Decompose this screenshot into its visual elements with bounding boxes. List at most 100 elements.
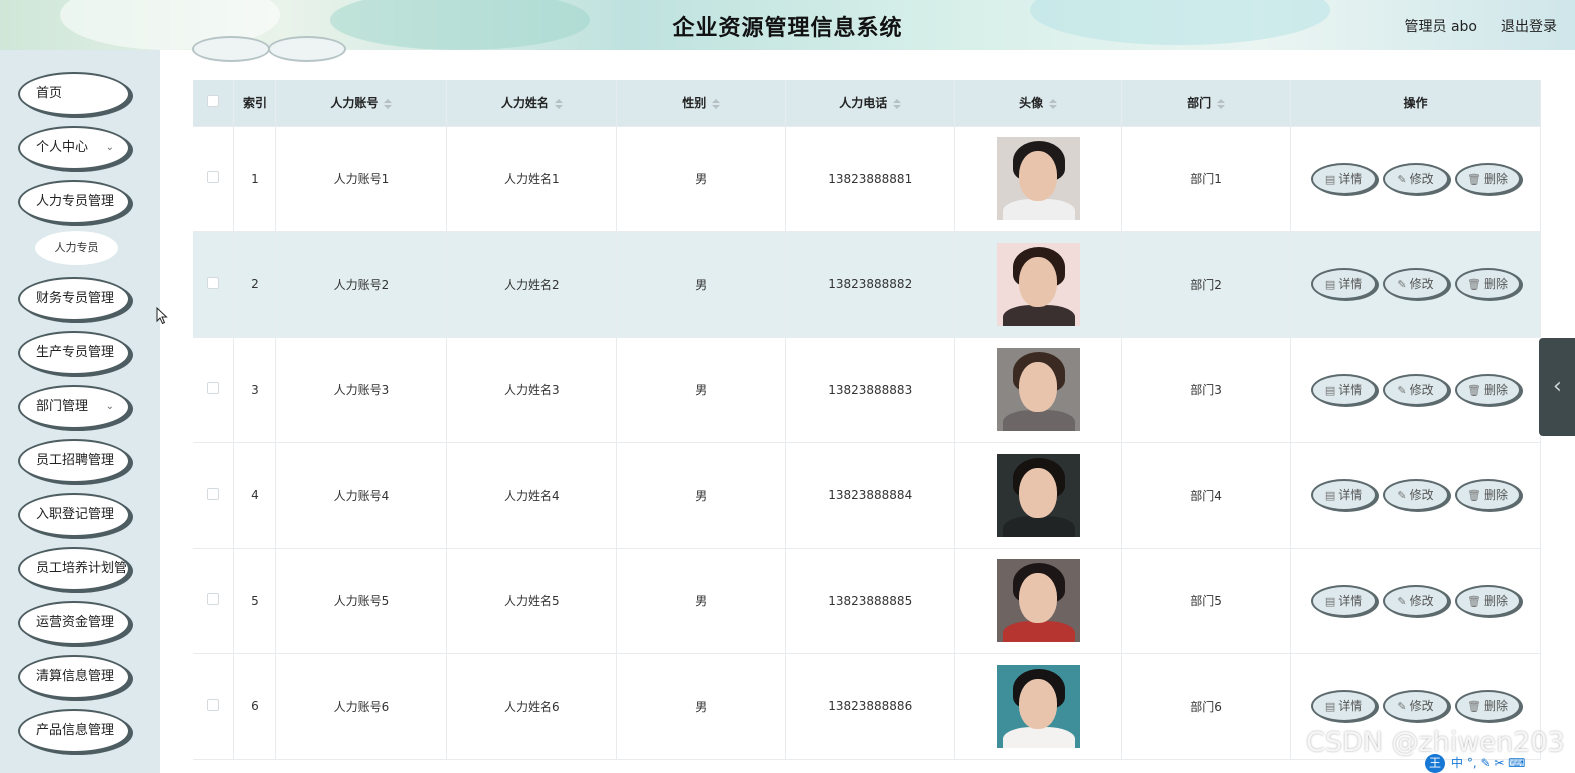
sidebar-item-finance-specialist-mgmt[interactable]: 财务专员管理 <box>18 277 130 321</box>
edit-button[interactable]: ✎ 修改 <box>1382 479 1449 512</box>
gender-cell: 男 <box>616 653 787 760</box>
sidebar-item-label: 生产专员管理 <box>36 345 115 360</box>
delete-button[interactable]: 🗑 删除 <box>1454 162 1521 195</box>
column-header-label: 人力姓名 <box>500 96 549 111</box>
sort-icon[interactable] <box>712 98 721 109</box>
row-checkbox[interactable] <box>207 382 220 395</box>
phone-cell: 13823888885 <box>785 548 956 654</box>
row-checkbox[interactable] <box>207 698 220 711</box>
sidebar-subitem-hr-specialist[interactable]: 人力专员 <box>35 231 118 265</box>
edit-button[interactable]: ✎ 修改 <box>1382 373 1449 406</box>
select-all-checkbox[interactable] <box>207 95 220 108</box>
sidebar-item-home[interactable]: 首页 <box>18 72 130 116</box>
edit-button[interactable]: ✎ 修改 <box>1382 690 1449 723</box>
sort-icon[interactable] <box>1217 98 1226 109</box>
sidebar-item-training-plan-mgmt[interactable]: 员工培养计划管理 <box>18 547 130 591</box>
edit-button[interactable]: ✎ 修改 <box>1382 162 1449 195</box>
sidebar: 人力专员 首页 个人中心 ⌄ 人力专员管理 财务专员管理 生产专员管理 部门管理 ⌄ 员工招聘管… <box>0 50 160 773</box>
row-checkbox[interactable] <box>207 171 220 184</box>
avatar-face <box>1018 362 1057 413</box>
sidebar-item-label: 入职登记管理 <box>36 507 115 522</box>
column-header-name[interactable]: 人力姓名 <box>446 80 618 127</box>
column-header-gender[interactable]: 性别 <box>616 80 787 127</box>
detail-button[interactable]: ▤ 详情 <box>1310 690 1377 723</box>
avatar-shoulder <box>1002 726 1075 748</box>
column-header-dept[interactable]: 部门 <box>1121 80 1292 127</box>
gender-cell: 男 <box>616 126 787 232</box>
detail-button-label: 详情 <box>1338 277 1363 292</box>
delete-button[interactable]: 🗑 删除 <box>1454 584 1521 617</box>
trash-icon: 🗑 <box>1467 594 1481 608</box>
sidebar-item-onboarding-mgmt[interactable]: 入职登记管理 <box>18 493 130 537</box>
column-header-label: 头像 <box>1019 96 1044 111</box>
sort-icon[interactable] <box>384 98 393 109</box>
sidebar-item-product-info-mgmt[interactable]: 产品信息管理 <box>18 709 130 753</box>
sidebar-item-recruitment-mgmt[interactable]: 员工招聘管理 <box>18 439 130 483</box>
sidebar-item-department-mgmt[interactable]: 部门管理 ⌄ <box>18 385 130 429</box>
avatar[interactable] <box>996 453 1080 537</box>
index-cell: 3 <box>233 337 277 443</box>
sidebar-item-clearing-info-mgmt[interactable]: 清算信息管理 <box>18 655 130 699</box>
trash-icon: 🗑 <box>1467 278 1481 292</box>
logout-link[interactable]: 退出登录 <box>1501 16 1557 36</box>
phone-cell: 13823888881 <box>785 126 956 232</box>
ime-toolbar[interactable]: 王中 °, ✎ ✂ ⌨ <box>1425 754 1575 773</box>
row-select-cell <box>193 231 235 338</box>
detail-button-label: 详情 <box>1338 171 1363 186</box>
avatar[interactable] <box>996 664 1080 748</box>
index-cell: 4 <box>233 442 277 549</box>
index-cell: 6 <box>233 653 277 760</box>
avatar[interactable] <box>996 559 1080 643</box>
detail-button[interactable]: ▤ 详情 <box>1310 584 1377 617</box>
avatar[interactable] <box>996 242 1080 326</box>
sidebar-item-hr-specialist-mgmt[interactable]: 人力专员管理 <box>18 180 130 224</box>
detail-button[interactable]: ▤ 详情 <box>1310 373 1377 406</box>
row-select-cell <box>193 653 235 760</box>
table-row: 1 人力账号1 人力姓名1 男 13823888881 部门1 ▤ 详情 ✎ 修改 🗑 删除 <box>193 126 1541 232</box>
sidebar-item-personal-center[interactable]: 个人中心 ⌄ <box>18 126 130 170</box>
detail-button[interactable]: ▤ 详情 <box>1310 479 1377 512</box>
column-header-account[interactable]: 人力账号 <box>275 80 448 127</box>
avatar[interactable] <box>996 137 1080 221</box>
gender-cell: 男 <box>616 231 787 338</box>
actions-cell: ▤ 详情 ✎ 修改 🗑 删除 <box>1290 231 1541 338</box>
column-header-phone[interactable]: 人力电话 <box>785 80 956 127</box>
toolbar-button-partial[interactable] <box>192 36 270 62</box>
avatar-face <box>1018 256 1057 307</box>
avatar[interactable] <box>996 348 1080 432</box>
avatar-face <box>1018 467 1057 518</box>
delete-button[interactable]: 🗑 删除 <box>1454 479 1521 512</box>
document-icon: ▤ <box>1324 489 1336 503</box>
edit-button[interactable]: ✎ 修改 <box>1382 268 1449 301</box>
trash-icon: 🗑 <box>1467 383 1481 397</box>
column-header-label: 人力电话 <box>839 96 888 111</box>
sidebar-item-label: 个人中心 <box>36 140 89 155</box>
row-checkbox[interactable] <box>207 276 220 289</box>
collapse-panel-tab[interactable]: ‹ <box>1539 338 1575 436</box>
chevron-down-icon: ⌄ <box>105 401 114 412</box>
detail-button[interactable]: ▤ 详情 <box>1310 162 1377 195</box>
edit-button[interactable]: ✎ 修改 <box>1382 584 1449 617</box>
sidebar-item-label: 部门管理 <box>36 399 89 414</box>
row-checkbox[interactable] <box>207 487 220 500</box>
data-table: 索引 人力账号 人力姓名 性别 人力电话 头像 部门 操作 1 人力账号1 人力姓名… <box>193 80 1541 760</box>
delete-button[interactable]: 🗑 删除 <box>1454 690 1521 723</box>
column-header-avatar[interactable]: 头像 <box>954 80 1123 127</box>
row-checkbox[interactable] <box>207 593 220 606</box>
avatar-shoulder <box>1002 410 1075 432</box>
detail-button[interactable]: ▤ 详情 <box>1310 268 1377 301</box>
pencil-icon: ✎ <box>1397 383 1407 397</box>
toolbar-button-partial[interactable] <box>268 36 346 62</box>
table-row: 3 人力账号3 人力姓名3 男 13823888883 部门3 ▤ 详情 ✎ 修改 🗑 删除 <box>193 337 1541 443</box>
avatar-shoulder <box>1002 199 1075 221</box>
delete-button[interactable]: 🗑 删除 <box>1454 373 1521 406</box>
sidebar-item-production-specialist-mgmt[interactable]: 生产专员管理 <box>18 331 130 375</box>
delete-button[interactable]: 🗑 删除 <box>1454 268 1521 301</box>
dept-cell: 部门5 <box>1121 548 1292 654</box>
sort-icon[interactable] <box>1049 98 1058 109</box>
pencil-icon: ✎ <box>1397 172 1407 186</box>
table-header-row: 索引 人力账号 人力姓名 性别 人力电话 头像 部门 操作 <box>193 80 1541 127</box>
sort-icon[interactable] <box>554 98 563 109</box>
sort-icon[interactable] <box>893 98 902 109</box>
sidebar-item-operating-funds-mgmt[interactable]: 运营资金管理 <box>18 601 130 645</box>
